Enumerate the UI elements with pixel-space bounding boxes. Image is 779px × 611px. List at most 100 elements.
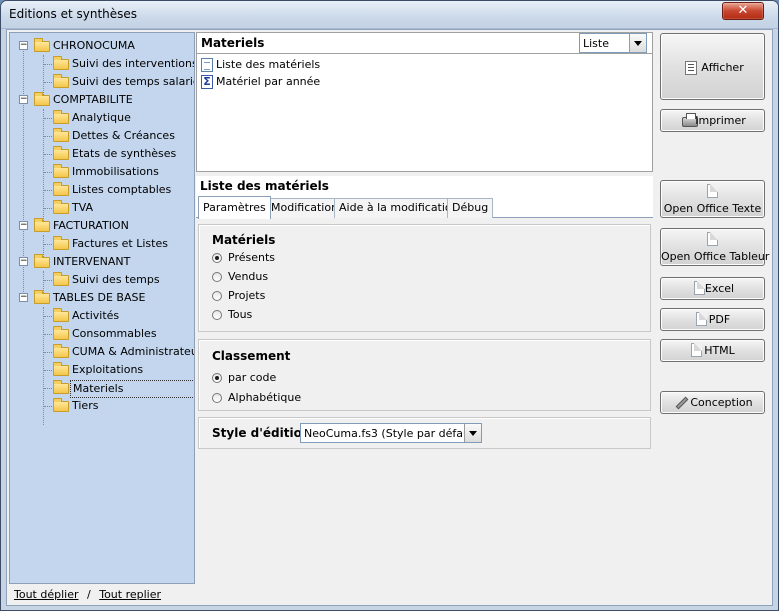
tab-aide-modification[interactable]: Aide à la modification — [334, 198, 464, 218]
tree-item-label: Exploitations — [72, 363, 144, 376]
afficher-button[interactable]: Afficher — [660, 33, 765, 100]
tab-debug[interactable]: Débug — [447, 198, 494, 218]
button-label: Afficher — [701, 61, 744, 74]
tree-item-suivi-interventions[interactable]: Suivi des interventions — [10, 55, 194, 73]
radio-button[interactable] — [212, 291, 222, 301]
close-button[interactable]: ✕ — [722, 2, 764, 20]
button-label: Open Office Texte — [663, 202, 762, 215]
tree-group-label: FACTURATION — [53, 219, 129, 232]
tree-item-etats-syntheses[interactable]: Etats de synthèses — [10, 145, 194, 163]
radio-button[interactable] — [212, 310, 222, 320]
style-select[interactable]: NeoCuma.fs3 (Style par défaut) — [300, 423, 482, 443]
report-category-title: Materiels — [201, 36, 265, 50]
radio-button[interactable] — [212, 272, 222, 282]
folder-icon — [34, 254, 50, 268]
tree-item-label: Consommables — [72, 327, 157, 340]
sigma-icon: Σ — [201, 75, 213, 89]
tree-item-suivi-temps-salaries[interactable]: Suivi des temps salariés — [10, 73, 195, 91]
tree-line — [44, 334, 52, 335]
chevron-down-icon[interactable] — [629, 34, 646, 52]
tree-item-dettes-creances[interactable]: Dettes & Créances — [10, 127, 194, 145]
radio-button[interactable] — [212, 393, 222, 403]
radio-label: Alphabétique — [228, 391, 302, 404]
tree-line — [44, 388, 52, 389]
tree-group-comptabilite[interactable]: − COMPTABILITE — [10, 91, 194, 109]
collapse-icon[interactable]: − — [19, 95, 28, 104]
report-item-liste-materiels[interactable]: Liste des matériels — [201, 57, 401, 73]
tree-item-cuma-administrateurs[interactable]: CUMA & Administrateurs — [10, 343, 194, 361]
tree-line — [44, 82, 52, 83]
tree-item-analytique[interactable]: Analytique — [10, 109, 194, 127]
tree-line — [44, 118, 52, 119]
tree-item-label: Materiels — [70, 380, 194, 398]
open-office-texte-button[interactable]: Open Office Texte — [660, 180, 765, 218]
tree-item-consommables[interactable]: Consommables — [10, 325, 194, 343]
tree-group-facturation[interactable]: − FACTURATION — [10, 217, 194, 235]
report-tree[interactable]: − CHRONOCUMA Suivi des interventions Sui… — [9, 32, 195, 584]
folder-icon — [34, 38, 50, 52]
tab-parametres-panel: Matériels Présents Vendus Projets Tous C… — [196, 218, 653, 584]
tree-item-label: Suivi des temps salariés — [72, 75, 195, 88]
document-icon — [707, 184, 718, 198]
open-office-tableur-button[interactable]: Open Office Tableur — [660, 228, 769, 266]
style-label: Style d'édition — [212, 426, 311, 440]
tree-group-tables-de-base[interactable]: − TABLES DE BASE — [10, 289, 194, 307]
report-item-label: Liste des matériels — [216, 58, 321, 71]
radio-label: par code — [228, 371, 277, 384]
collapse-all-link[interactable]: Tout replier — [99, 588, 161, 601]
imprimer-button[interactable]: Imprimer — [660, 109, 765, 132]
tree-line — [44, 352, 52, 353]
tree-line — [44, 280, 52, 281]
tree-item-label: TVA — [72, 201, 94, 214]
pdf-button[interactable]: PDF — [660, 308, 765, 331]
html-button[interactable]: HTML — [660, 339, 765, 362]
tab-modification[interactable]: Modification — [266, 198, 344, 218]
radio-button[interactable] — [212, 373, 222, 383]
button-label: PDF — [708, 313, 731, 326]
classement-group: Classement par code Alphabétique — [198, 339, 651, 411]
report-list[interactable]: Liste des matériels Σ Matériel par année — [196, 54, 653, 172]
folder-icon — [53, 236, 69, 250]
tree-line — [44, 136, 52, 137]
tree-item-label: Factures et Listes — [72, 237, 168, 250]
excel-button[interactable]: Excel — [660, 277, 765, 300]
folder-icon — [53, 56, 69, 70]
tree-line — [44, 316, 52, 317]
tab-parametres[interactable]: Paramètres — [198, 196, 271, 219]
tree-group-chronocuma[interactable]: − CHRONOCUMA — [10, 37, 194, 55]
title-bar[interactable]: Editions et synthèses ✕ — [1, 1, 778, 29]
tree-item-materiels[interactable]: Materiels — [10, 379, 194, 398]
chevron-down-icon[interactable] — [464, 424, 481, 442]
button-label: Imprimer — [695, 114, 746, 127]
tree-item-immobilisations[interactable]: Immobilisations — [10, 163, 194, 181]
report-item-materiel-par-annee[interactable]: Σ Matériel par année — [201, 74, 401, 90]
collapse-icon[interactable]: − — [19, 41, 28, 50]
conception-button[interactable]: Conception — [660, 391, 765, 414]
tree-group-intervenant[interactable]: − INTERVENANT — [10, 253, 194, 271]
tree-item-exploitations[interactable]: Exploitations — [10, 361, 194, 379]
tree-line — [44, 370, 52, 371]
client-area: − CHRONOCUMA Suivi des interventions Sui… — [6, 29, 773, 606]
tree-line — [44, 406, 52, 407]
document-icon — [201, 58, 213, 72]
link-separator: / — [87, 588, 91, 601]
tree-item-label: Immobilisations — [72, 165, 159, 178]
tree-item-label: Listes comptables — [72, 183, 172, 196]
collapse-icon[interactable]: − — [19, 293, 28, 302]
expand-all-link[interactable]: Tout déplier — [14, 588, 79, 601]
radio-label: Tous — [228, 308, 253, 321]
tree-item-factures-listes[interactable]: Factures et Listes — [10, 235, 194, 253]
tree-item-tva[interactable]: TVA — [10, 199, 194, 217]
folder-icon — [53, 182, 69, 196]
tree-item-tiers[interactable]: Tiers — [10, 397, 194, 415]
collapse-icon[interactable]: − — [19, 257, 28, 266]
tree-item-listes-comptables[interactable]: Listes comptables — [10, 181, 194, 199]
tree-item-suivi-temps[interactable]: Suivi des temps — [10, 271, 194, 289]
collapse-icon[interactable]: − — [19, 221, 28, 230]
view-mode-select[interactable]: Liste — [579, 33, 647, 53]
folder-icon — [53, 380, 69, 394]
tree-item-activites[interactable]: Activités — [10, 307, 194, 325]
tree-line — [44, 172, 52, 173]
radio-button[interactable] — [212, 253, 222, 263]
view-mode-value: Liste — [583, 37, 609, 50]
